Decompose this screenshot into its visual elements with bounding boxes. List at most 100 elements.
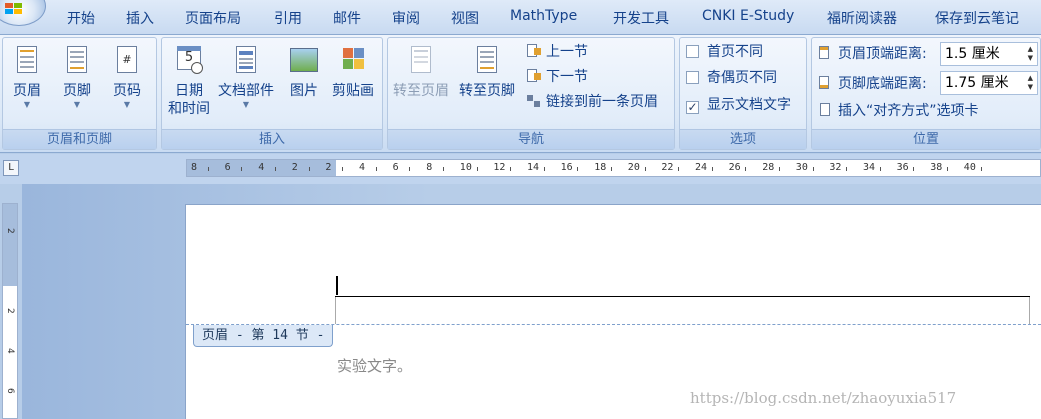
horizontal-ruler[interactable]: 8 6 4 2 2 4 6 8 10 12 14 16 18 20 22 24 26 28 30 32 34 36 38 40 <box>186 159 1041 177</box>
ruler-minor-tick <box>476 167 478 171</box>
prev-section-button[interactable]: 上一节 <box>526 42 588 62</box>
header-corner-mark-left <box>335 297 336 324</box>
header-corner-mark-right <box>1029 297 1030 324</box>
vertical-ruler-tick-label: 6 <box>5 388 15 394</box>
tab-foxit-reader[interactable]: 福昕阅读器 <box>827 8 897 28</box>
group-navigation: 转至页眉 转至页脚 上一节 下一节 链接到前一条页眉 导航 <box>387 37 675 150</box>
picture-button[interactable]: 图片 <box>288 44 320 100</box>
footer-bottom-distance-value: 1.75 厘米 <box>945 75 1009 91</box>
odd-even-different-label: 奇偶页不同 <box>707 70 777 86</box>
tab-references[interactable]: 引用 <box>274 8 302 28</box>
ruler-tick-label: 2 <box>291 162 298 173</box>
tab-insert[interactable]: 插入 <box>126 8 154 28</box>
text-cursor <box>336 276 338 295</box>
date-time-button[interactable]: 5 日期 和时间 <box>168 44 210 118</box>
goto-footer-label: 转至页脚 <box>459 83 515 99</box>
group-label-header-footer: 页眉和页脚 <box>3 129 156 149</box>
ruler-minor-tick <box>812 167 814 171</box>
ruler-minor-tick <box>443 167 444 171</box>
insert-alignment-tab-label: 插入“对齐方式”选项卡 <box>838 103 979 119</box>
ruler-minor-tick <box>879 167 881 171</box>
header-button[interactable]: 页眉 ▼ <box>11 44 43 110</box>
tab-developer[interactable]: 开发工具 <box>613 8 669 28</box>
tab-view[interactable]: 视图 <box>451 8 479 28</box>
ruler-tick-label: 38 <box>930 162 943 173</box>
clipart-label: 剪贴画 <box>332 83 374 99</box>
ruler-tick-label: 14 <box>527 162 540 173</box>
group-position: 页眉顶端距离: 1.5 厘米 ▲ ▼ 页脚底端距离: 1.75 厘米 ▲ ▼ 插入“… <box>811 37 1041 150</box>
document-page[interactable] <box>185 204 1041 419</box>
doc-parts-button[interactable]: 文档部件 ▼ <box>218 44 274 110</box>
link-to-previous-button[interactable]: 链接到前一条页眉 <box>526 92 658 112</box>
ruler-minor-tick <box>711 167 713 171</box>
tab-mailings[interactable]: 邮件 <box>333 8 361 28</box>
ruler-tick-label: 30 <box>795 162 808 173</box>
tab-selector-button[interactable]: L <box>3 160 19 176</box>
alignment-tab-icon <box>818 102 834 118</box>
group-header-footer: 页眉 ▼ 页脚 ▼ # 页码 ▼ 页眉和页脚 <box>2 37 157 150</box>
vertical-ruler-tick-label: 2 <box>5 228 15 234</box>
odd-even-different-option[interactable]: 奇偶页不同 <box>686 68 777 88</box>
show-doc-text-checkbox[interactable]: ✓ <box>686 101 699 114</box>
ruler-tick-label: 4 <box>258 162 265 173</box>
goto-header-icon <box>405 44 437 76</box>
vertical-ruler-tick-label: 4 <box>5 348 15 354</box>
vertical-ruler-top-margin <box>3 204 17 286</box>
ruler-tick-label: 16 <box>560 162 573 173</box>
footer-distance-icon <box>818 75 834 91</box>
show-doc-text-label: 显示文档文字 <box>707 97 791 113</box>
next-section-button[interactable]: 下一节 <box>526 67 588 87</box>
ruler-minor-tick <box>644 167 646 171</box>
ruler-minor-tick <box>678 167 680 171</box>
ruler-minor-tick <box>207 167 209 171</box>
ruler-minor-tick <box>846 167 848 171</box>
ruler-tick-label: 10 <box>459 162 472 173</box>
tab-page-layout[interactable]: 页面布局 <box>185 8 241 28</box>
ribbon-tab-bar: 开始 插入 页面布局 引用 邮件 审阅 视图 MathType 开发工具 CNK… <box>0 0 1041 35</box>
link-to-previous-label: 链接到前一条页眉 <box>546 94 658 110</box>
ruler-tick-label: 6 <box>392 162 399 173</box>
ruler-tick-label: 22 <box>661 162 674 173</box>
first-page-different-option[interactable]: 首页不同 <box>686 42 763 62</box>
office-button[interactable] <box>0 0 46 26</box>
goto-footer-button[interactable]: 转至页脚 <box>459 44 515 100</box>
link-icon <box>526 93 542 109</box>
prev-section-icon <box>526 43 542 59</box>
tab-save-to-cloud-note[interactable]: 保存到云笔记 <box>935 8 1019 28</box>
first-page-different-checkbox[interactable] <box>686 45 699 58</box>
prev-section-label: 上一节 <box>546 44 588 60</box>
spinner-arrows-icon[interactable]: ▲ ▼ <box>1028 45 1033 63</box>
clipart-button[interactable]: 剪贴画 <box>332 44 374 100</box>
next-section-icon <box>526 68 542 84</box>
vertical-ruler[interactable]: 2 2 4 6 <box>2 203 18 419</box>
tab-home[interactable]: 开始 <box>67 8 95 28</box>
group-label-navigation: 导航 <box>388 129 674 149</box>
ruler-minor-tick <box>342 167 344 171</box>
insert-alignment-tab-button[interactable]: 插入“对齐方式”选项卡 <box>818 101 979 121</box>
spinner-arrows-icon[interactable]: ▲ ▼ <box>1028 74 1033 92</box>
ruler-area: L 8 6 4 2 2 4 6 8 10 12 14 16 18 20 22 24 26 28 30 32 34 36 38… <box>0 154 1041 184</box>
ruler-tick-label: 40 <box>963 162 976 173</box>
ruler-minor-tick <box>375 167 377 171</box>
page-number-button[interactable]: # 页码 ▼ <box>111 44 143 110</box>
chevron-down-icon: ▼ <box>123 100 131 109</box>
goto-header-button[interactable]: 转至页眉 <box>393 44 449 100</box>
footer-button[interactable]: 页脚 ▼ <box>61 44 93 110</box>
show-doc-text-option[interactable]: ✓ 显示文档文字 <box>686 95 791 115</box>
next-section-label: 下一节 <box>546 69 588 85</box>
document-body-text[interactable]: 实验文字。 <box>337 355 412 376</box>
ruler-tick-label: 6 <box>224 162 231 173</box>
odd-even-different-checkbox[interactable] <box>686 71 699 84</box>
date-time-label-1: 日期 <box>175 83 203 99</box>
tab-review[interactable]: 审阅 <box>392 8 420 28</box>
tab-mathtype[interactable]: MathType <box>510 8 577 24</box>
group-label-position: 位置 <box>812 129 1040 149</box>
ruler-minor-tick <box>745 167 747 171</box>
picture-icon <box>288 44 320 76</box>
tab-cnki-estudy[interactable]: CNKI E-Study <box>702 8 794 24</box>
footer-bottom-distance-input[interactable]: 1.75 厘米 ▲ ▼ <box>940 71 1038 95</box>
header-top-distance-input[interactable]: 1.5 厘米 ▲ ▼ <box>940 42 1038 66</box>
ruler-minor-tick <box>275 167 276 171</box>
ruler-tick-label: 18 <box>594 162 607 173</box>
ruler-tick-label: 8 <box>191 162 198 173</box>
